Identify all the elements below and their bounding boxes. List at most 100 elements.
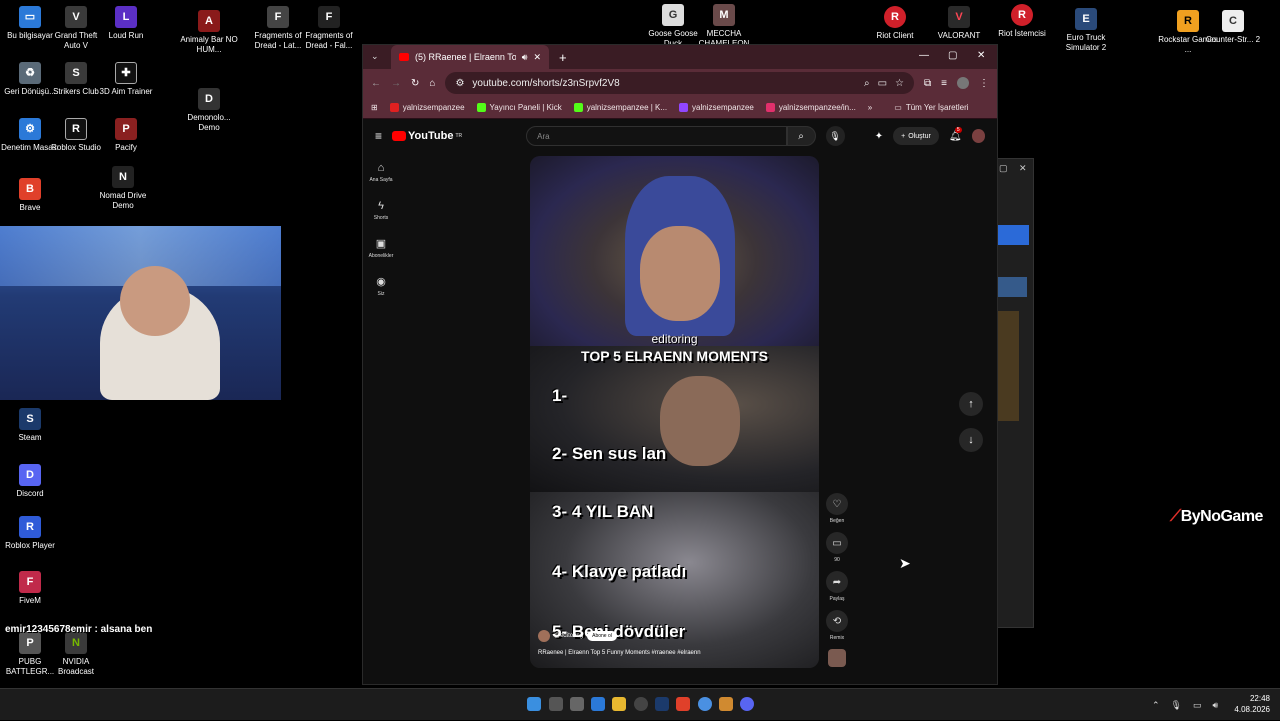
desktop-icon-3d-aim[interactable]: ✚ 3D Aim Trainer (96, 62, 156, 97)
start-icon[interactable] (527, 697, 541, 711)
desktop-icon-fragments-fal[interactable]: F Fragments of Dread - Fal... (299, 6, 359, 51)
media-icon[interactable]: ≡ (941, 78, 947, 89)
site-info-icon[interactable]: ⚙ (455, 78, 464, 89)
desktop-icon-discord[interactable]: D Discord (0, 464, 60, 499)
bookmark-star-icon[interactable]: ☆ (895, 78, 904, 89)
menu-icon[interactable]: ⋮ (979, 78, 989, 89)
maximize-button[interactable]: ▢ (948, 50, 957, 61)
hamburger-menu-icon[interactable]: ≡ (375, 129, 382, 143)
bookmark-item[interactable]: yalnizsempanzee (679, 103, 754, 112)
reload-icon[interactable]: ↻ (411, 78, 419, 89)
desktop-icon-pacify[interactable]: P Pacify (96, 118, 156, 153)
tab-youtube-short[interactable]: (5) RRaenee | Elraenn Top 5 🔊︎ ✕ (391, 45, 549, 69)
store-icon[interactable] (591, 697, 605, 711)
clock[interactable]: 22:48 4.08.2026 (1230, 693, 1270, 715)
demonologist-icon: D (198, 88, 220, 110)
bookmark-item[interactable]: yalnizsempanzee (389, 103, 465, 112)
desktop-icon-valorant[interactable]: V VALORANT (929, 6, 989, 41)
desktop-icon-steam[interactable]: S Steam (0, 408, 60, 443)
notifications-icon[interactable]: 🔔︎ 5 (949, 126, 962, 142)
channel-avatar[interactable] (538, 630, 550, 642)
desktop-icon-brave[interactable]: B Brave (0, 178, 60, 213)
desktop-icon-loud-run[interactable]: L Loud Run (96, 6, 156, 41)
comments-action[interactable]: ▭ 90 (826, 532, 848, 563)
desktop-icon-nomad-drive[interactable]: N Nomad Drive Demo (93, 166, 153, 211)
task-view-icon[interactable] (549, 697, 563, 711)
minimize-button[interactable]: — (919, 50, 929, 61)
desktop-icon-cs2[interactable]: C Counter-Str... 2 (1203, 10, 1263, 45)
desktop-icon-fivem[interactable]: F FiveM (0, 571, 60, 606)
desktop-icon-riot-client[interactable]: R Riot Client (865, 6, 925, 41)
bookmark-item[interactable]: yalnizsempanzee/in... (765, 103, 856, 112)
system-tray: ⌃ 🎙︎ ▭ 🔊︎ (1152, 689, 1218, 721)
network-icon[interactable]: ▭ (1193, 700, 1202, 711)
youtube-logo[interactable]: YouTube TR (392, 130, 462, 142)
tab-close-icon[interactable]: ✕ (533, 52, 541, 63)
previous-short-button[interactable]: ↑ (959, 392, 983, 416)
extensions-icon[interactable]: ⧉ (924, 78, 931, 89)
volume-icon[interactable]: 🔊︎ (1213, 700, 1219, 711)
address-bar[interactable]: ⚙ youtube.com/shorts/z3nSrpvf2V8 ⌕ ▭ ☆ (445, 72, 915, 94)
desktop-icon-roblox-player[interactable]: R Roblox Player (0, 516, 60, 551)
apps-grid-icon[interactable]: ⊞ (371, 103, 378, 112)
voice-search-icon[interactable]: 🎙︎ (825, 126, 845, 146)
cast-icon[interactable]: ▭ (878, 78, 887, 89)
sidebar-item-subscriptions[interactable]: ▣ Abonelikler (363, 229, 399, 267)
account-avatar[interactable] (971, 129, 986, 143)
widgets-icon[interactable] (570, 697, 584, 711)
app-icon[interactable] (719, 697, 733, 711)
control-panel-icon: ⚙ (19, 118, 41, 140)
speaker-icon[interactable]: 🔊︎ (522, 52, 528, 63)
desktop-icon-riot-istemcisi[interactable]: R Riot İstemcisi (992, 4, 1052, 39)
search-button[interactable]: ⌕ (786, 126, 816, 146)
subscribe-button[interactable]: Abone ol (587, 631, 617, 641)
background-window[interactable]: ▢ ✕ (996, 158, 1034, 628)
desktop-icon-meccha[interactable]: MMECCHA CHAMELEON (694, 4, 754, 49)
channel-name[interactable]: @editoring (554, 633, 583, 639)
file-explorer-icon[interactable] (612, 697, 626, 711)
desktop-icon-nvidia-broadcast[interactable]: N NVIDIA Broadcast (46, 632, 106, 677)
kick-icon (476, 103, 486, 112)
bookmarks-overflow[interactable]: » (868, 103, 872, 112)
chrome-icon[interactable] (698, 697, 712, 711)
obs-icon[interactable] (634, 697, 648, 711)
bookmark-item[interactable]: yalnizsempanzee | K... (573, 103, 667, 112)
sidebar-item-home[interactable]: ⌂ Ana Sayfa (363, 153, 399, 191)
audio-thumbnail[interactable] (828, 649, 846, 667)
all-bookmarks[interactable]: ▭ Tüm Yer İşaretleri (894, 103, 968, 112)
steam-icon[interactable] (655, 697, 669, 711)
new-tab-button[interactable]: + (559, 50, 567, 65)
brave-icon[interactable] (676, 697, 690, 711)
zoom-icon[interactable]: ⌕ (864, 78, 870, 89)
tab-search-icon[interactable]: ⌄ (371, 51, 379, 62)
share-action[interactable]: ➦ Paylaş (826, 571, 848, 602)
remix-action[interactable]: ⟲ Remix (826, 610, 848, 641)
panel-button[interactable] (997, 277, 1027, 297)
desktop-icon-animaly-bar[interactable]: A Animaly Bar NO HUM... (179, 10, 239, 55)
desktop-icon-euro-truck[interactable]: E Euro Truck Simulator 2 (1056, 8, 1116, 53)
maximize-icon[interactable]: ▢ (999, 163, 1008, 174)
create-button[interactable]: + Oluştur (893, 127, 939, 145)
gemini-icon[interactable]: ✦ (875, 131, 883, 142)
shorts-video-player[interactable]: editoring TOP 5 ELRAENN MOMENTS 1- 2- Se… (530, 156, 819, 668)
search-input[interactable]: Ara (526, 126, 787, 146)
browser-window[interactable]: ⌄ (5) RRaenee | Elraenn Top 5 🔊︎ ✕ + — ▢… (362, 44, 998, 685)
back-icon[interactable]: ← (371, 78, 381, 89)
microphone-icon[interactable]: 🎙︎ (1171, 700, 1182, 711)
home-icon[interactable]: ⌂ (429, 78, 435, 89)
sidebar-item-you[interactable]: ◉ Siz (363, 267, 399, 305)
blue-button[interactable] (997, 225, 1029, 245)
tray-overflow-icon[interactable]: ⌃ (1152, 700, 1160, 711)
next-short-button[interactable]: ↓ (959, 428, 983, 452)
sidebar-item-shorts[interactable]: ϟ Shorts (363, 191, 399, 229)
profile-avatar[interactable] (957, 77, 969, 89)
close-icon[interactable]: ✕ (1019, 163, 1027, 174)
desktop-icon-demonologist[interactable]: D Demonolo... Demo (179, 88, 239, 133)
bookmark-item[interactable]: Yayıncı Paneli | Kick (476, 103, 562, 112)
discord-icon[interactable] (740, 697, 754, 711)
video-frame-middle: TOP 5 ELRAENN MOMENTS 1- 2- Sen sus lan (530, 346, 819, 492)
forward-icon[interactable]: → (391, 78, 401, 89)
steam-icon: S (19, 408, 41, 430)
close-button[interactable]: ✕ (977, 50, 985, 61)
like-action[interactable]: ♡ Beğen (826, 493, 848, 524)
